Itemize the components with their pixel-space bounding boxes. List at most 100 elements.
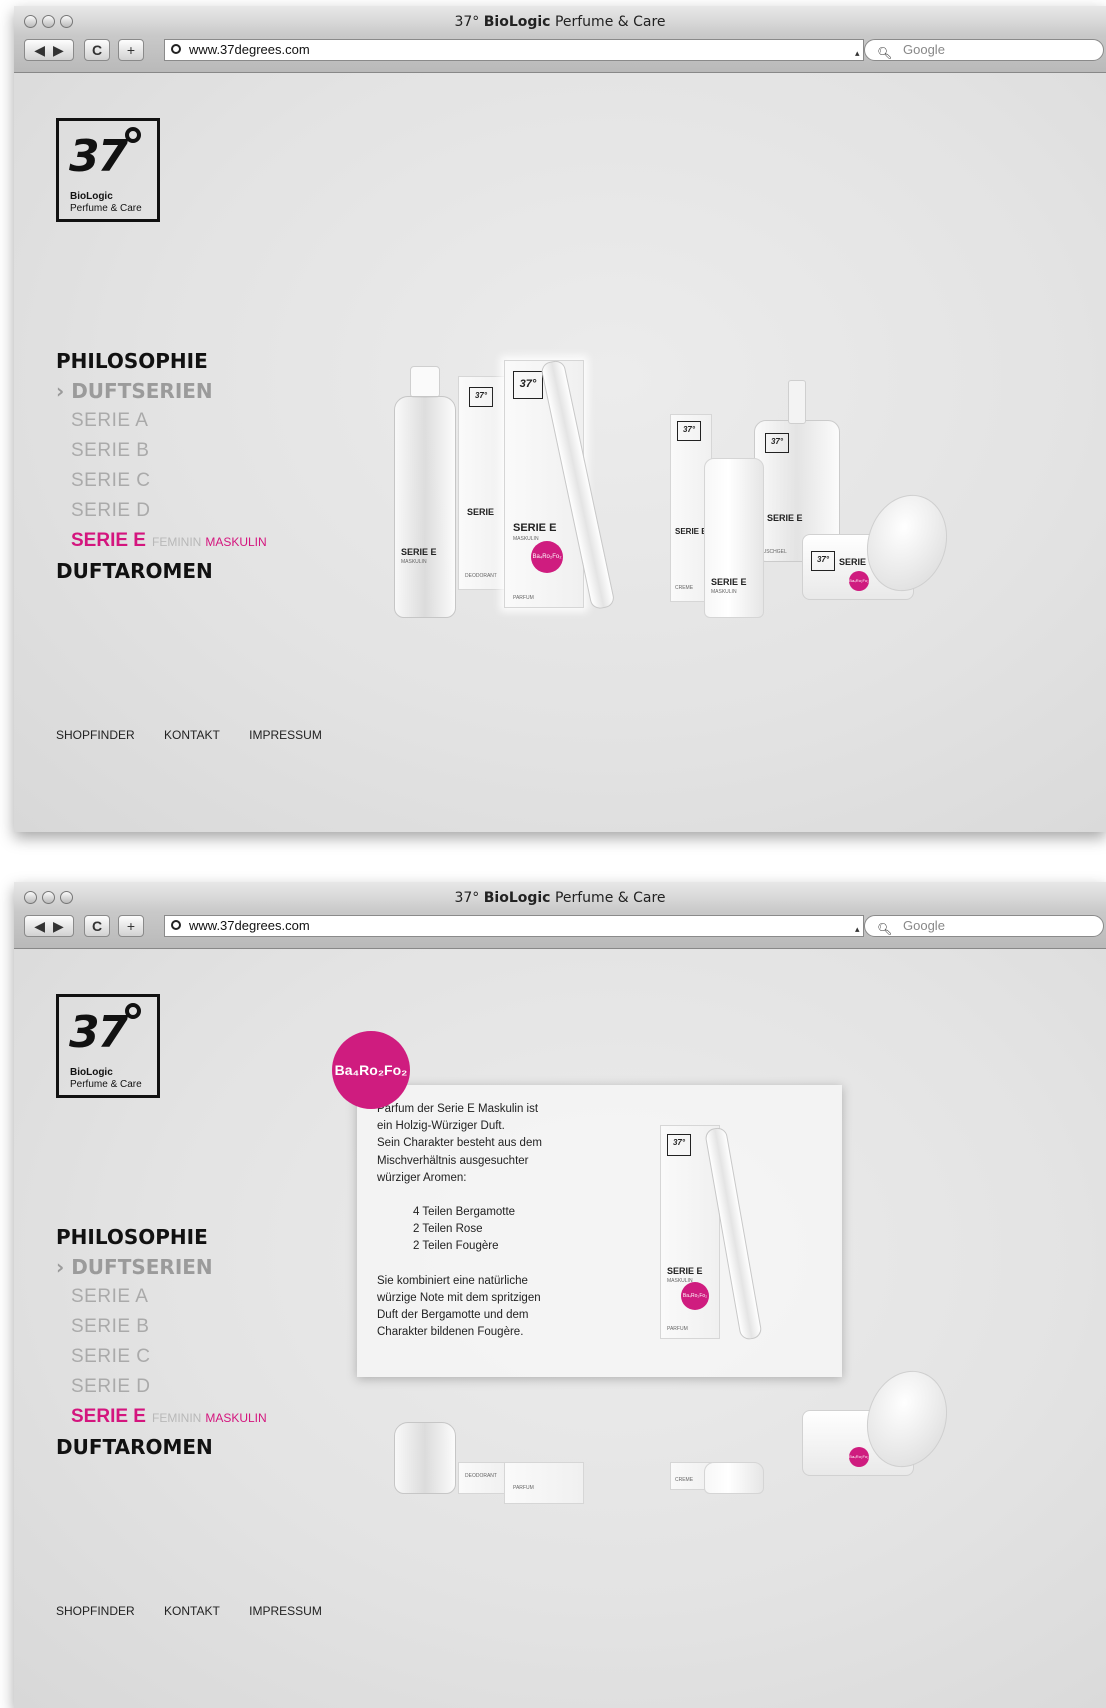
url-text: www.37degrees.com (189, 42, 310, 57)
forward-arrow-icon: ▶ (53, 42, 64, 58)
spray-bottle[interactable]: SERIE E MASKULIN (394, 396, 456, 618)
popup-formula-dot: Ba₄Ro₂Fo₂ (681, 1282, 709, 1310)
search-icon: 🔍︎ (877, 46, 893, 60)
box-logo-icon: 37° (677, 421, 701, 441)
reload-button[interactable]: C (84, 39, 110, 61)
nav-serie-d[interactable]: SERIE D (56, 496, 267, 526)
main-nav: PHILOSOPHIE › DUFTSERIEN SERIE A SERIE B… (56, 346, 267, 586)
titlebar: 37° BioLogic Perfume & Care ◀ ▶ C + www.3… (14, 6, 1106, 73)
formula-dot: Ba₄Ro₂Fo₂ (531, 541, 563, 573)
footer-shopfinder[interactable]: SHOPFINDER (56, 728, 135, 742)
creme-bottle[interactable]: SERIE E MASKULIN (704, 458, 764, 618)
parfum-type: PARFUM (513, 595, 534, 601)
deo-type: DEODORANT (465, 1473, 497, 1479)
deodorant-box[interactable]: 37° SERIE DEODORANT (458, 376, 508, 590)
product-info-popup[interactable]: Parfum der Serie E Maskulin ist ein Holz… (357, 1085, 842, 1377)
back-arrow-icon: ◀ (34, 918, 45, 934)
box-logo-icon: 37° (765, 433, 789, 453)
popup-ingredient: 2 Teilen Fougère (413, 1240, 499, 1253)
logo-line1: BioLogic (70, 191, 113, 202)
search-field[interactable]: ▴ 🔍︎ Google (855, 39, 1104, 61)
popup-line: Sie kombiniert eine natürliche (377, 1274, 528, 1287)
nav-serie-c[interactable]: SERIE C (56, 1342, 267, 1372)
creme-type: CREME (675, 585, 694, 591)
popup-box-label: SERIE E (667, 1266, 703, 1276)
nav-serie-b[interactable]: SERIE B (56, 1312, 267, 1342)
nav-feminin[interactable]: FEMININ (152, 1411, 201, 1425)
jar-formula-dot: Ba₄Ro₂Fo₂ (849, 1447, 869, 1467)
logo-number: 37 (69, 131, 128, 182)
nav-duftserien[interactable]: › DUFTSERIEN (56, 376, 267, 406)
popup-line: würzige Note mit dem spritzigen (377, 1291, 541, 1304)
chevron-up-icon: ▴ (855, 48, 860, 58)
creme-bottle-label: SERIE E (711, 577, 747, 587)
search-placeholder: Google (903, 42, 945, 57)
nav-serie-b[interactable]: SERIE B (56, 436, 267, 466)
popup-ingredient: 4 Teilen Bergamotte (413, 1206, 516, 1219)
footer-impressum[interactable]: IMPRESSUM (249, 728, 322, 742)
browser-window-1: 37° BioLogic Perfume & Care ◀ ▶ C + www.3… (14, 6, 1106, 832)
nav-serie-e-label: SERIE E (71, 530, 146, 551)
nav-serie-e-label: SERIE E (71, 1406, 146, 1427)
site-icon (171, 920, 181, 930)
brand-logo[interactable]: 37 BioLogic Perfume & Care (56, 118, 160, 222)
url-text: www.37degrees.com (189, 918, 310, 933)
back-forward-button[interactable]: ◀ ▶ (24, 39, 74, 61)
creme-bottle[interactable] (704, 1462, 764, 1494)
box-logo-icon: 37° (469, 387, 493, 407)
nav-maskulin[interactable]: MASKULIN (205, 535, 266, 549)
nav-serie-e[interactable]: SERIE E FEMININ MASKULIN (56, 526, 267, 556)
deo-type: DEODORANT (465, 573, 497, 579)
nav-duftaromen[interactable]: DUFTAROMEN (56, 1432, 267, 1462)
chevron-up-icon: ▴ (855, 924, 860, 934)
popup-line: Charakter bildenen Fougère. (377, 1326, 524, 1339)
nav-philosophie[interactable]: PHILOSOPHIE (56, 346, 267, 376)
spray-sublabel: MASKULIN (401, 559, 427, 565)
footer-impressum[interactable]: IMPRESSUM (249, 1604, 322, 1618)
nav-serie-e[interactable]: SERIE E FEMININ MASKULIN (56, 1402, 267, 1432)
nav-serie-c[interactable]: SERIE C (56, 466, 267, 496)
creme-bottle-sublabel: MASKULIN (711, 589, 737, 595)
duschgel-label: SERIE E (767, 513, 803, 523)
box-logo-icon: 37° (513, 371, 543, 399)
nav-duftaromen[interactable]: DUFTAROMEN (56, 556, 267, 586)
search-field[interactable]: ▴ 🔍︎ Google (855, 915, 1104, 937)
nav-serie-d[interactable]: SERIE D (56, 1372, 267, 1402)
popup-line: Mischverhältnis ausgesuchter (377, 1154, 529, 1167)
footer-kontakt[interactable]: KONTAKT (164, 728, 220, 742)
site-icon (171, 44, 181, 54)
formula-badge: Ba₄Ro₂Fo₂ (332, 1031, 410, 1109)
popup-line: Duft der Bergamotte und dem (377, 1309, 529, 1322)
parfum-box[interactable]: PARFUM (504, 1462, 584, 1504)
url-field[interactable]: www.37degrees.com (164, 39, 864, 61)
parfum-type: PARFUM (513, 1485, 534, 1491)
logo-line1: BioLogic (70, 1067, 113, 1078)
nav-feminin[interactable]: FEMININ (152, 535, 201, 549)
nav-maskulin[interactable]: MASKULIN (205, 1411, 266, 1425)
box-logo-icon: 37° (811, 551, 835, 571)
titlebar: 37° BioLogic Perfume & Care ◀ ▶ C + www.3… (14, 882, 1106, 949)
parfum-label: SERIE E (513, 522, 557, 534)
add-bookmark-button[interactable]: + (118, 39, 144, 61)
brand-logo[interactable]: 37 BioLogic Perfume & Care (56, 994, 160, 1098)
logo-line2: Perfume & Care (70, 203, 142, 214)
back-forward-button[interactable]: ◀ ▶ (24, 915, 74, 937)
popup-line: würziger Aromen: (377, 1171, 467, 1184)
popup-line: ein Holzig-Würziger Duft. (377, 1120, 505, 1133)
search-placeholder: Google (903, 918, 945, 933)
nav-serie-a[interactable]: SERIE A (56, 1282, 267, 1312)
degree-icon (125, 127, 141, 143)
nav-duftserien[interactable]: › DUFTSERIEN (56, 1252, 267, 1282)
window-title: 37° BioLogic Perfume & Care (454, 14, 666, 30)
spray-bottle[interactable] (394, 1422, 456, 1494)
footer-shopfinder[interactable]: SHOPFINDER (56, 1604, 135, 1618)
add-bookmark-button[interactable]: + (118, 915, 144, 937)
popup-line: Parfum der Serie E Maskulin ist (377, 1103, 539, 1115)
reload-button[interactable]: C (84, 915, 110, 937)
creme-type: CREME (675, 1477, 694, 1483)
footer-kontakt[interactable]: KONTAKT (164, 1604, 220, 1618)
deodorant-box[interactable]: DEODORANT (458, 1462, 508, 1494)
nav-philosophie[interactable]: PHILOSOPHIE (56, 1222, 267, 1252)
nav-serie-a[interactable]: SERIE A (56, 406, 267, 436)
url-field[interactable]: www.37degrees.com (164, 915, 864, 937)
